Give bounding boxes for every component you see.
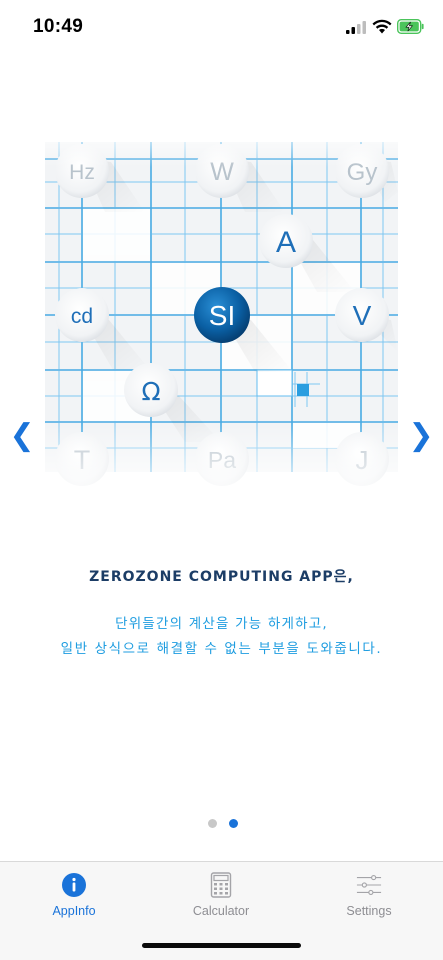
next-page-button[interactable]: ❯ <box>408 417 434 453</box>
intro-title: ZEROZONE COMPUTING APP은, <box>89 569 354 585</box>
tab-calculator-label: Calculator <box>192 904 250 918</box>
chevron-right-icon: ❯ <box>408 417 434 453</box>
tab-calculator[interactable]: Calculator <box>147 862 295 932</box>
settings-sliders-icon <box>356 872 382 898</box>
intro-description-line-1: 단위들간의 계산을 가능 하게하고, <box>115 616 328 632</box>
page-dot-2[interactable] <box>229 819 238 828</box>
battery-charging-icon <box>397 19 424 34</box>
cellular-signal-icon <box>346 21 366 34</box>
info-icon <box>61 872 87 898</box>
page-indicator <box>208 819 238 828</box>
previous-page-button[interactable]: ❮ <box>9 417 35 453</box>
chevron-left-icon: ❮ <box>9 417 35 453</box>
intro-description-line-2: 일반 상식으로 해결할 수 없는 부분을 도와줍니다. <box>60 641 383 657</box>
tab-appinfo-label: AppInfo <box>52 904 96 918</box>
home-indicator[interactable] <box>142 943 301 948</box>
tab-appinfo[interactable]: AppInfo <box>0 862 148 932</box>
si-units-illustration: Hz W Gy A cd SI V Ω <box>45 122 398 500</box>
calculator-icon <box>208 872 234 898</box>
page-dot-1[interactable] <box>208 819 217 828</box>
wifi-icon <box>372 19 392 34</box>
status-bar: 10:49 <box>0 0 443 54</box>
tab-settings[interactable]: Settings <box>295 862 443 932</box>
tab-settings-label: Settings <box>346 904 392 918</box>
status-time: 10:49 <box>33 16 84 37</box>
